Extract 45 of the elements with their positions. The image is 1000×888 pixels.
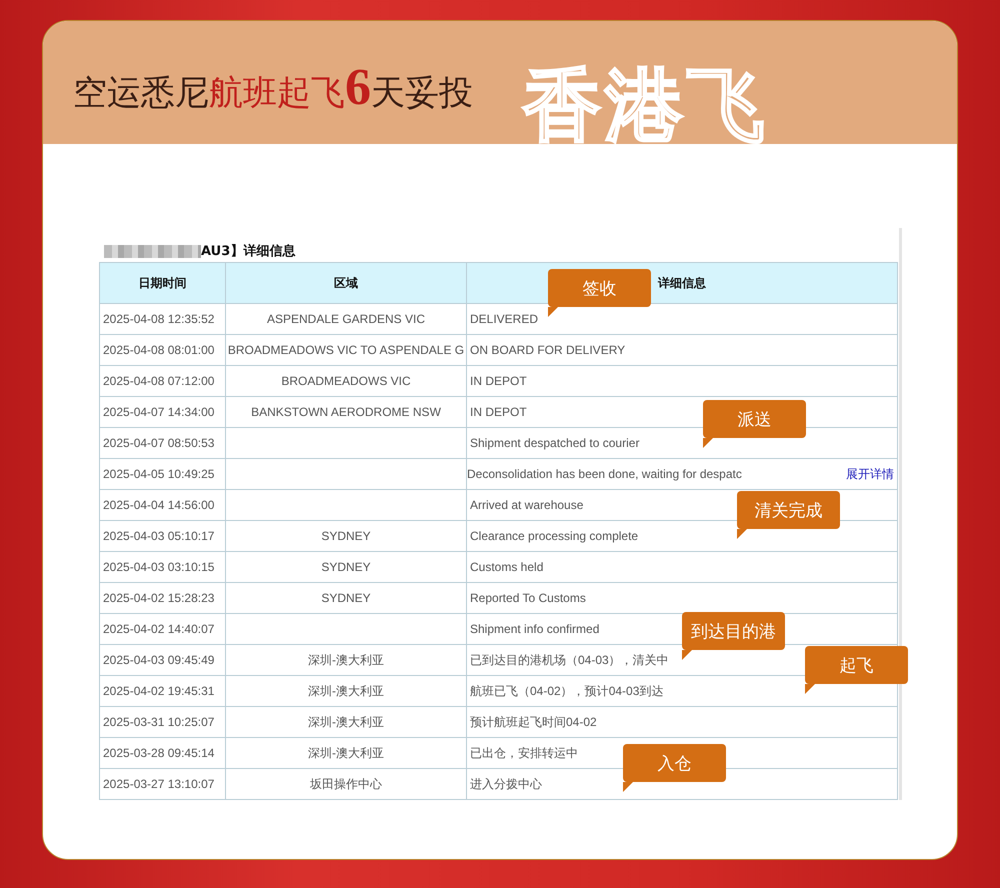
table-cell: BANKSTOWN AERODROME NSW (226, 397, 467, 428)
table-cell: Reported To Customs (467, 583, 898, 614)
table-cell: 2025-04-08 08:01:00 (100, 335, 226, 366)
table-cell: 2025-04-03 09:45:49 (100, 645, 226, 676)
table-cell: Clearance processing complete (467, 521, 898, 552)
table-cell: 2025-03-31 10:25:07 (100, 707, 226, 738)
callout-label: 到达目的港 (682, 612, 785, 660)
table-cell: 深圳-澳大利亚 (226, 738, 467, 769)
table-cell: 2025-04-02 14:40:07 (100, 614, 226, 645)
table-cell: ASPENDALE GARDENS VIC (226, 304, 467, 335)
table-title: AU3】详细信息 (201, 242, 296, 260)
table-cell: 2025-04-03 03:10:15 (100, 552, 226, 583)
table-cell: 2025-04-07 14:34:00 (100, 397, 226, 428)
table-cell: SYDNEY (226, 583, 467, 614)
table-cell: 2025-04-07 08:50:53 (100, 428, 226, 459)
table-cell: DELIVERED (467, 304, 898, 335)
table-cell: 2025-04-05 10:49:25 (100, 459, 226, 490)
table-cell: SYDNEY (226, 552, 467, 583)
expand-details-link[interactable]: 展开详情 (846, 466, 894, 482)
table-cell: BROADMEADOWS VIC TO ASPENDALE G (226, 335, 467, 366)
table-cell: 深圳-澳大利亚 (226, 707, 467, 738)
table-cell: 2025-04-04 14:56:00 (100, 490, 226, 521)
table-cell: 2025-04-02 15:28:23 (100, 583, 226, 614)
table-cell: Customs held (467, 552, 898, 583)
column-header: 日期时间 (100, 262, 226, 304)
column-header: 区域 (226, 262, 467, 304)
table-cell: 2025-04-03 05:10:17 (100, 521, 226, 552)
table-cell: 2025-04-08 07:12:00 (100, 366, 226, 397)
table-cell: 2025-04-02 19:45:31 (100, 676, 226, 707)
table-cell: BROADMEADOWS VIC (226, 366, 467, 397)
table-cell: 2025-03-27 13:10:07 (100, 769, 226, 800)
table-cell: Shipment despatched to courier (467, 428, 898, 459)
table-cell: 2025-04-08 12:35:52 (100, 304, 226, 335)
table-cell: 深圳-澳大利亚 (226, 676, 467, 707)
table-cell: IN DEPOT (467, 366, 898, 397)
table-cell: 预计航班起飞时间04-02 (467, 707, 898, 738)
table-cell: ON BOARD FOR DELIVERY (467, 335, 898, 366)
detail-text: Deconsolidation has been done, waiting for despatc (467, 467, 742, 481)
table-cell: 航班已飞（04-02），预计04-03到达 (467, 676, 898, 707)
table-cell: 坂田操作中心 (226, 769, 467, 800)
table-cell: SYDNEY (226, 521, 467, 552)
table-cell: 2025-03-28 09:45:14 (100, 738, 226, 769)
outline-title: 香港飞 (523, 66, 769, 144)
table-cell: 深圳-澳大利亚 (226, 645, 467, 676)
banner-headline: 空运悉尼航班起飞6天妥投 (73, 58, 473, 117)
